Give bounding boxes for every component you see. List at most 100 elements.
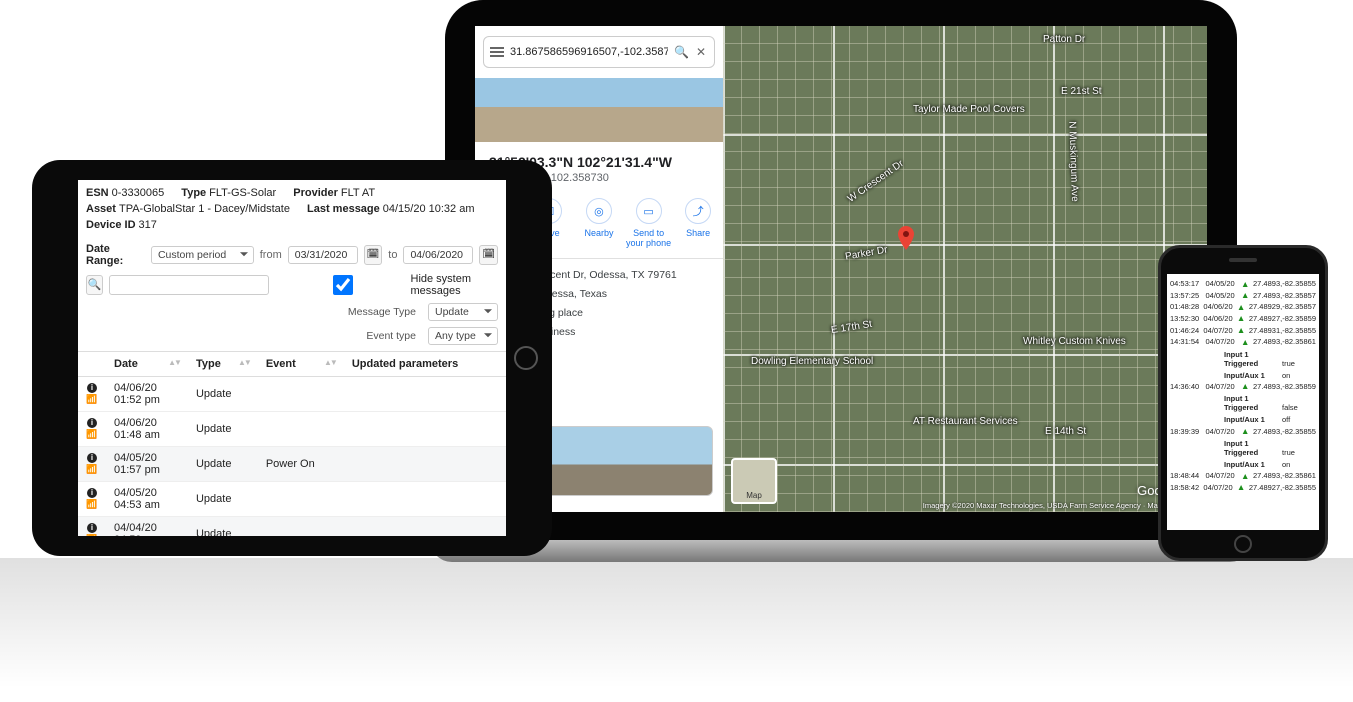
table-row[interactable]: i📶04/06/2001:52 pmUpdate	[78, 376, 506, 411]
aux-value: on	[1282, 371, 1306, 380]
aux-value: off	[1282, 415, 1306, 424]
map-pin-icon[interactable]	[898, 226, 914, 250]
provider-value: FLT AT	[341, 187, 375, 199]
event-type-dropdown[interactable]: Any type	[428, 327, 498, 345]
hide-system-messages-checkbox[interactable]	[281, 275, 404, 295]
cell-type: Update	[188, 411, 258, 446]
trigger-block: Input 1 TriggeredfalseInput/Aux 1off	[1170, 392, 1316, 425]
search-button[interactable]: 🔍	[86, 275, 103, 295]
cell-date: 04/07/20	[1206, 427, 1238, 436]
last-message-value: 04/15/20 10:32 am	[383, 203, 475, 215]
cell-coord: 27.4893,-82.35861	[1253, 471, 1316, 480]
nearby-button[interactable]: ◎ Nearby	[576, 198, 622, 248]
cell-date: 04/06/2001:48 am	[106, 411, 188, 446]
table-row[interactable]: i📶04/05/2001:57 pmUpdatePower On	[78, 446, 506, 481]
cell-updated	[344, 516, 506, 536]
signal-icon: ▲	[1237, 325, 1245, 336]
event-filter-row: Event type Any type	[78, 327, 506, 351]
list-item[interactable]: 18:48:4404/07/20▲27.4893,-82.35861	[1170, 470, 1316, 482]
date-range-label: Date Range:	[86, 243, 145, 267]
cell-coord: 27.48931,-82.35855	[1249, 326, 1316, 335]
asset-value: TPA-GlobalStar 1 - Dacey/Midstate	[119, 203, 290, 215]
cell-date: 04/05/2004:53 am	[106, 481, 188, 516]
list-item[interactable]: 01:48:2804/06/20▲27.48929,-82.35857	[1170, 301, 1316, 313]
signal-icon: 📶	[86, 534, 97, 536]
signal-icon: ▲	[1241, 279, 1249, 290]
list-item[interactable]: 14:36:4004/07/20▲27.4893,-82.35859	[1170, 381, 1316, 393]
col-date[interactable]: Date▲▼	[106, 351, 188, 376]
map-poi-label[interactable]: Dowling Elementary School	[751, 356, 873, 367]
cell-type: Update	[188, 516, 258, 536]
from-calendar-icon[interactable]: 🗓	[364, 245, 383, 265]
table-row[interactable]: i📶04/06/2001:48 amUpdate	[78, 411, 506, 446]
phone-home-button[interactable]	[1234, 535, 1252, 553]
to-calendar-icon[interactable]: 🗓	[479, 245, 498, 265]
type-value: FLT-GS-Solar	[209, 187, 276, 199]
cell-updated	[344, 376, 506, 411]
cell-date: 04/07/20	[1206, 337, 1238, 346]
map-layers-button[interactable]: Map	[731, 458, 777, 504]
type-label: Type	[181, 187, 206, 199]
cell-coord: 27.48927,-82.35855	[1249, 483, 1316, 492]
signal-icon: ▲	[1241, 471, 1249, 482]
search-icon: 🔍	[88, 278, 102, 291]
search-input[interactable]	[109, 275, 269, 295]
maps-search-bar: 🔍 ✕	[483, 36, 715, 68]
cell-date: 04/04/2004:59 pm	[106, 516, 188, 536]
list-item[interactable]: 13:57:2504/05/20▲27.4893,-82.35857	[1170, 290, 1316, 302]
search-icon[interactable]: 🔍	[674, 45, 688, 59]
signal-icon: ▲	[1241, 426, 1249, 437]
signal-icon: 📶	[86, 394, 97, 405]
device-id-value: 317	[139, 219, 157, 231]
to-date-input[interactable]	[403, 246, 473, 264]
sort-icon: ▲▼	[168, 358, 180, 367]
share-button[interactable]: ⤴ Share	[675, 198, 721, 248]
esn-label: ESN	[86, 187, 109, 199]
map-street-label: W Crescent Dr	[846, 158, 906, 205]
close-icon[interactable]: ✕	[694, 45, 708, 59]
list-item[interactable]: 14:31:5404/07/20▲27.4893,-82.35861	[1170, 336, 1316, 348]
signal-icon: 📶	[86, 464, 97, 475]
list-item[interactable]: 18:39:3904/07/20▲27.4893,-82.35855	[1170, 425, 1316, 437]
cell-time: 04:53:17	[1170, 279, 1202, 288]
map-canvas[interactable]: Taylor Made Pool Covers Parker Dr W Cres…	[723, 26, 1207, 512]
from-label: from	[260, 249, 282, 261]
message-type-dropdown[interactable]: Update	[428, 303, 498, 321]
aux-value: on	[1282, 460, 1306, 469]
cell-updated	[344, 411, 506, 446]
list-item[interactable]: 01:46:2404/07/20▲27.48931,-82.35855	[1170, 325, 1316, 337]
list-item[interactable]: 18:58:4204/07/20▲27.48927,-82.35855	[1170, 482, 1316, 494]
streetview-hero-image[interactable]	[475, 78, 723, 142]
cell-type: Update	[188, 446, 258, 481]
col-type[interactable]: Type▲▼	[188, 351, 258, 376]
hamburger-icon[interactable]	[490, 47, 504, 57]
map-poi-label[interactable]: AT Restaurant Services	[913, 416, 1018, 427]
cell-coord: 27.4893,-82.35859	[1253, 382, 1316, 391]
event-type-label: Event type	[366, 330, 416, 342]
cell-coord: 27.48929,-82.35857	[1249, 302, 1316, 311]
cell-coord: 27.4893,-82.35861	[1253, 337, 1316, 346]
cell-coord: 27.48927,-82.35859	[1249, 314, 1316, 323]
device-header: ESN0-3330065 TypeFLT-GS-Solar ProviderFL…	[78, 180, 506, 239]
col-updated[interactable]: Updated parameters	[344, 351, 506, 376]
map-poi-label[interactable]: Whitley Custom Knives	[1023, 336, 1126, 347]
map-street-label: Parker Dr	[844, 244, 888, 262]
table-row[interactable]: i📶 04/04/2004:59 pmUpdate	[78, 516, 506, 536]
map-poi-label[interactable]: Taylor Made Pool Covers	[913, 104, 1025, 115]
tablet-screen: ESN0-3330065 TypeFLT-GS-Solar ProviderFL…	[78, 180, 506, 536]
col-event[interactable]: Event▲▼	[258, 351, 344, 376]
list-item[interactable]: 04:53:1704/05/20▲27.4893,-82.35855	[1170, 278, 1316, 290]
device-id-label: Device ID	[86, 219, 136, 231]
info-icon: i	[87, 523, 97, 533]
tablet-home-button[interactable]	[514, 346, 538, 370]
from-date-input[interactable]	[288, 246, 358, 264]
cell-event	[258, 516, 344, 536]
send-to-phone-button[interactable]: ▭ Send to your phone	[626, 198, 672, 248]
maps-search-input[interactable]	[510, 46, 668, 58]
date-range-dropdown[interactable]: Custom period	[151, 246, 254, 264]
cell-date: 04/06/20	[1203, 314, 1232, 323]
trigger-value: true	[1282, 448, 1306, 457]
laptop-screen: 🔍 ✕ 31°52'03.3"N 102°21'31.4"W 31.867587…	[475, 26, 1207, 512]
table-row[interactable]: i📶04/05/2004:53 amUpdate	[78, 481, 506, 516]
list-item[interactable]: 13:52:3004/06/20▲27.48927,-82.35859	[1170, 313, 1316, 325]
